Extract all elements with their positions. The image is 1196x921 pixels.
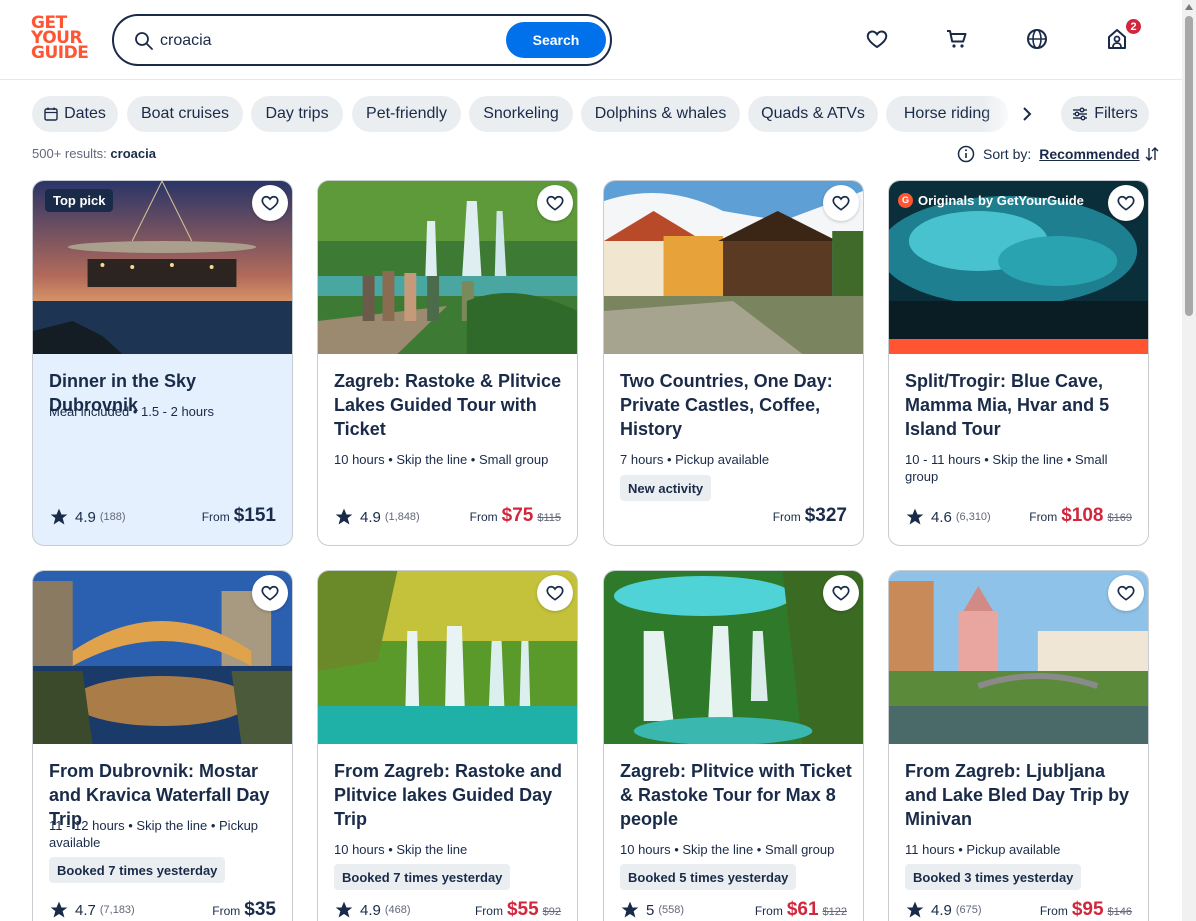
card-price: From $61 $122 bbox=[754, 899, 847, 920]
star-icon bbox=[50, 901, 68, 918]
card-rating: 4.6 (6,310) bbox=[905, 506, 991, 528]
search-input[interactable] bbox=[160, 27, 490, 55]
sort-arrows-icon bbox=[1145, 147, 1159, 161]
card-price: From $95 $146 bbox=[1039, 899, 1132, 920]
activity-card[interactable]: From Zagreb: Ljubljana and Lake Bled Day… bbox=[888, 570, 1149, 921]
chip-dates[interactable]: Dates bbox=[32, 96, 118, 132]
card-meta: 11 hours • Pickup available bbox=[905, 842, 1061, 857]
info-icon[interactable] bbox=[957, 145, 975, 163]
chip-day-trips[interactable]: Day trips bbox=[251, 96, 343, 132]
top-header: GET YOUR GUIDE Search 2 bbox=[0, 0, 1182, 80]
calendar-icon bbox=[44, 107, 58, 121]
activity-card[interactable]: G Originals by GetYourGuide Split/Trogir:… bbox=[888, 180, 1149, 546]
filter-chips-bar: Dates Boat cruises Day trips Pet-friendl… bbox=[32, 96, 1152, 132]
chip-dolphins-whales[interactable]: Dolphins & whales bbox=[581, 96, 740, 132]
wishlist-heart-icon[interactable] bbox=[862, 24, 892, 54]
notification-badge: 2 bbox=[1124, 17, 1143, 36]
card-price: From $151 bbox=[201, 505, 276, 526]
globe-language-icon[interactable] bbox=[1022, 24, 1052, 54]
search-button[interactable]: Search bbox=[506, 22, 606, 58]
chip-boat-cruises[interactable]: Boat cruises bbox=[127, 96, 243, 132]
favorite-heart-icon[interactable] bbox=[252, 575, 288, 611]
favorite-heart-icon[interactable] bbox=[823, 575, 859, 611]
card-meta: 10 hours • Skip the line • Small group bbox=[334, 452, 549, 467]
star-icon bbox=[335, 901, 353, 918]
card-meta: 7 hours • Pickup available bbox=[620, 452, 770, 467]
getyourguide-logo[interactable]: GET YOUR GUIDE bbox=[31, 15, 91, 64]
chip-quads-atvs[interactable]: Quads & ATVs bbox=[748, 96, 878, 132]
filters-button[interactable]: Filters bbox=[1061, 96, 1149, 132]
card-meta: Meal included • 1.5 - 2 hours bbox=[49, 404, 214, 419]
card-meta: 10 hours • Skip the line bbox=[334, 842, 468, 857]
activity-card[interactable]: Two Countries, One Day: Private Castles,… bbox=[603, 180, 864, 546]
activity-card[interactable]: From Dubrovnik: Mostar and Kravica Water… bbox=[32, 570, 293, 921]
star-icon bbox=[621, 901, 639, 918]
favorite-heart-icon[interactable] bbox=[1108, 185, 1144, 221]
card-rating: 4.9 (468) bbox=[334, 899, 411, 921]
card-price: From $55 $92 bbox=[474, 899, 561, 920]
card-title[interactable]: From Zagreb: Ljubljana and Lake Bled Day… bbox=[905, 759, 1137, 831]
originals-g-icon: G bbox=[898, 192, 913, 208]
card-title[interactable]: Split/Trogir: Blue Cave, Mamma Mia, Hvar… bbox=[905, 369, 1137, 441]
sort-dropdown[interactable]: Recommended bbox=[1039, 146, 1139, 162]
sort-control[interactable]: Sort by: Recommended bbox=[957, 144, 1160, 164]
activity-card[interactable]: From Zagreb: Rastoke and Plitvice lakes … bbox=[317, 570, 578, 921]
chips-next-chevron-icon[interactable] bbox=[1009, 96, 1045, 132]
scroll-up-arrow-icon[interactable] bbox=[1185, 4, 1193, 10]
favorite-heart-icon[interactable] bbox=[1108, 575, 1144, 611]
card-meta: 11 - 12 hours • Skip the line • Pickup a… bbox=[49, 818, 259, 850]
search-icon bbox=[135, 32, 153, 50]
chip-pet-friendly[interactable]: Pet-friendly bbox=[352, 96, 461, 132]
originals-accent-bar bbox=[889, 339, 1148, 354]
booked-badge: Booked 7 times yesterday bbox=[334, 864, 511, 890]
card-rating: 5 (558) bbox=[620, 899, 684, 921]
chip-snorkeling[interactable]: Snorkeling bbox=[469, 96, 573, 132]
activity-card[interactable]: Zagreb: Rastoke & Plitvice Lakes Guided … bbox=[317, 180, 578, 546]
favorite-heart-icon[interactable] bbox=[823, 185, 859, 221]
card-price: From $35 bbox=[212, 899, 276, 920]
card-rating: 4.7 (7,183) bbox=[49, 899, 135, 921]
card-meta: 10 - 11 hours • Skip the line • Small gr… bbox=[905, 452, 1108, 484]
card-price: From $327 bbox=[772, 505, 847, 526]
card-rating: 4.9 (188) bbox=[49, 506, 126, 528]
search-bar: Search bbox=[112, 14, 612, 66]
card-title[interactable]: Two Countries, One Day: Private Castles,… bbox=[620, 369, 852, 441]
card-price: From $75 $115 bbox=[469, 505, 561, 526]
scrollbar-thumb[interactable] bbox=[1185, 16, 1193, 316]
star-icon bbox=[906, 508, 924, 525]
card-meta: 10 hours • Skip the line • Small group bbox=[620, 842, 835, 857]
favorite-heart-icon[interactable] bbox=[537, 575, 573, 611]
favorite-heart-icon[interactable] bbox=[252, 185, 288, 221]
card-rating: 4.9 (1,848) bbox=[334, 506, 420, 528]
results-count: 500+ results: croacia bbox=[32, 146, 156, 161]
booked-badge: Booked 5 times yesterday bbox=[620, 864, 797, 890]
originals-tag: G Originals by GetYourGuide bbox=[898, 190, 1084, 210]
cart-icon[interactable] bbox=[942, 24, 972, 54]
card-title[interactable]: From Zagreb: Rastoke and Plitvice lakes … bbox=[334, 759, 566, 831]
favorite-heart-icon[interactable] bbox=[537, 185, 573, 221]
activity-card[interactable]: Top pick Dinner in the Sky Dubrovnik Mea… bbox=[32, 180, 293, 546]
activity-card[interactable]: Zagreb: Plitvice with Ticket & Rastoke T… bbox=[603, 570, 864, 921]
booked-badge: Booked 3 times yesterday bbox=[905, 864, 1082, 890]
star-icon bbox=[50, 508, 68, 525]
card-title[interactable]: Zagreb: Plitvice with Ticket & Rastoke T… bbox=[620, 759, 852, 831]
page-scrollbar[interactable] bbox=[1182, 0, 1196, 921]
sliders-icon bbox=[1072, 107, 1088, 121]
top-pick-tag: Top pick bbox=[45, 189, 114, 212]
star-icon bbox=[335, 508, 353, 525]
star-icon bbox=[906, 901, 924, 918]
card-title[interactable]: Zagreb: Rastoke & Plitvice Lakes Guided … bbox=[334, 369, 566, 441]
card-price: From $108 $169 bbox=[1029, 505, 1132, 526]
new-activity-badge: New activity bbox=[620, 475, 712, 501]
card-rating: 4.9 (675) bbox=[905, 899, 982, 921]
booked-badge: Booked 7 times yesterday bbox=[49, 857, 226, 883]
